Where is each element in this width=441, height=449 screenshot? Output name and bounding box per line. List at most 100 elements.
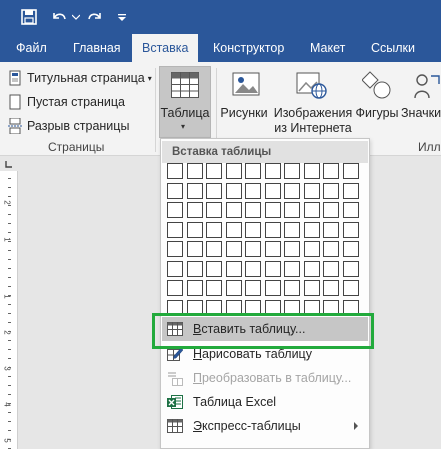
table-grid-cell[interactable] bbox=[264, 202, 281, 218]
ruler-tick bbox=[8, 268, 11, 269]
table-grid-cell[interactable] bbox=[284, 202, 300, 218]
table-grid-cell[interactable] bbox=[225, 202, 242, 218]
table-grid-cell[interactable] bbox=[264, 182, 281, 199]
table-grid-cell[interactable] bbox=[206, 221, 222, 238]
tab-file[interactable]: Файл bbox=[6, 34, 57, 62]
table-grid-cell[interactable] bbox=[303, 280, 320, 296]
table-grid-cell[interactable] bbox=[225, 221, 242, 238]
table-grid-cell[interactable] bbox=[284, 221, 300, 238]
table-grid-cell[interactable] bbox=[167, 202, 183, 218]
tab-home[interactable]: Главная bbox=[63, 34, 131, 62]
quick-tables-menu-item[interactable]: Экспресс-таблицы bbox=[162, 414, 368, 438]
table-grid-cell[interactable] bbox=[323, 260, 339, 277]
table-grid-cell[interactable] bbox=[264, 241, 281, 257]
table-grid-cell[interactable] bbox=[186, 221, 203, 238]
table-grid-cell[interactable] bbox=[225, 280, 242, 296]
table-grid-cell[interactable] bbox=[206, 202, 222, 218]
title-page-button[interactable]: Титульная страница ▾ bbox=[7, 67, 152, 89]
table-grid-cell[interactable] bbox=[284, 182, 300, 199]
table-grid-cell[interactable] bbox=[167, 221, 183, 238]
table-grid-cell[interactable] bbox=[342, 163, 359, 179]
table-grid-cell[interactable] bbox=[323, 202, 339, 218]
ruler-tick bbox=[8, 322, 11, 323]
table-grid-cell[interactable] bbox=[167, 241, 183, 257]
table-grid-cell[interactable] bbox=[264, 221, 281, 238]
tab-selector[interactable] bbox=[0, 157, 18, 171]
table-grid-cell[interactable] bbox=[225, 163, 242, 179]
table-grid-cell[interactable] bbox=[245, 260, 261, 277]
table-grid-cell[interactable] bbox=[303, 182, 320, 199]
table-grid-cell[interactable] bbox=[284, 280, 300, 296]
table-grid-cell[interactable] bbox=[167, 182, 183, 199]
table-grid-cell[interactable] bbox=[186, 163, 203, 179]
online-pictures-label-1: Изображения bbox=[273, 106, 353, 120]
table-grid-cell[interactable] bbox=[167, 163, 183, 179]
table-grid-cell[interactable] bbox=[323, 221, 339, 238]
table-grid-cell[interactable] bbox=[342, 260, 359, 277]
dropdown-header: Вставка таблицы bbox=[162, 141, 368, 163]
save-icon[interactable] bbox=[18, 0, 40, 34]
table-grid-cell[interactable] bbox=[323, 241, 339, 257]
table-grid-cell[interactable] bbox=[342, 221, 359, 238]
table-grid-cell[interactable] bbox=[245, 163, 261, 179]
table-grid-cell[interactable] bbox=[167, 280, 183, 296]
table-grid-cell[interactable] bbox=[342, 241, 359, 257]
table-grid-cell[interactable] bbox=[206, 182, 222, 199]
table-grid-cell[interactable] bbox=[323, 163, 339, 179]
tab-references[interactable]: Ссылки bbox=[361, 34, 425, 62]
ruler-tick bbox=[8, 178, 11, 179]
table-dropdown-icon: ▾ bbox=[181, 122, 186, 131]
table-grid-cell[interactable] bbox=[303, 163, 320, 179]
table-grid-cell[interactable] bbox=[245, 280, 261, 296]
online-pictures-label-2: из Интернета bbox=[274, 121, 352, 135]
undo-dropdown-icon[interactable] bbox=[70, 0, 82, 34]
table-grid-cell[interactable] bbox=[303, 221, 320, 238]
table-grid-cell[interactable] bbox=[264, 260, 281, 277]
table-grid-cell[interactable] bbox=[284, 241, 300, 257]
table-grid-cell[interactable] bbox=[206, 260, 222, 277]
table-grid-cell[interactable] bbox=[206, 280, 222, 296]
table-grid-cell[interactable] bbox=[225, 260, 242, 277]
excel-table-menu-item[interactable]: Таблица Excel bbox=[162, 390, 368, 414]
table-grid-cell[interactable] bbox=[284, 163, 300, 179]
table-grid-cell[interactable] bbox=[225, 182, 242, 199]
table-grid-cell[interactable] bbox=[225, 241, 242, 257]
undo-icon[interactable] bbox=[48, 0, 70, 34]
tab-layout[interactable]: Макет bbox=[300, 34, 355, 62]
table-grid-cell[interactable] bbox=[186, 280, 203, 296]
table-grid-cell[interactable] bbox=[186, 182, 203, 199]
table-grid-cell[interactable] bbox=[167, 260, 183, 277]
blank-page-button[interactable]: Пустая страница bbox=[7, 91, 125, 113]
customize-icon[interactable] bbox=[114, 0, 130, 34]
table-grid-cell[interactable] bbox=[342, 280, 359, 296]
table-grid-cell[interactable] bbox=[186, 202, 203, 218]
redo-icon[interactable] bbox=[84, 0, 106, 34]
table-grid-cell[interactable] bbox=[342, 182, 359, 199]
table-grid-cell[interactable] bbox=[245, 202, 261, 218]
table-grid-cell[interactable] bbox=[342, 202, 359, 218]
table-grid-cell[interactable] bbox=[206, 241, 222, 257]
table-grid-cell[interactable] bbox=[206, 163, 222, 179]
table-grid-cell[interactable] bbox=[303, 241, 320, 257]
ruler-tick bbox=[8, 439, 11, 440]
ruler-tick bbox=[8, 340, 11, 341]
table-grid-cell[interactable] bbox=[323, 280, 339, 296]
table-grid-cell[interactable] bbox=[186, 241, 203, 257]
table-grid-cell[interactable] bbox=[264, 163, 281, 179]
table-grid-cell[interactable] bbox=[284, 260, 300, 277]
table-grid-cell[interactable] bbox=[303, 260, 320, 277]
table-grid-cell[interactable] bbox=[245, 221, 261, 238]
table-grid-cell[interactable] bbox=[245, 182, 261, 199]
page-break-button[interactable]: Разрыв страницы bbox=[7, 115, 129, 137]
tab-insert[interactable]: Вставка bbox=[132, 34, 198, 62]
table-grid-cell[interactable] bbox=[245, 241, 261, 257]
ruler-tick bbox=[8, 295, 11, 296]
ruler-tick bbox=[8, 421, 11, 422]
table-grid-cell[interactable] bbox=[303, 202, 320, 218]
table-grid-cell[interactable] bbox=[323, 182, 339, 199]
tab-design[interactable]: Конструктор bbox=[203, 34, 294, 62]
ruler-tick bbox=[8, 286, 11, 287]
table-grid-cell[interactable] bbox=[186, 260, 203, 277]
convert-to-table-menu-item[interactable]: Преобразовать в таблицу... bbox=[162, 366, 368, 390]
table-grid-cell[interactable] bbox=[264, 280, 281, 296]
